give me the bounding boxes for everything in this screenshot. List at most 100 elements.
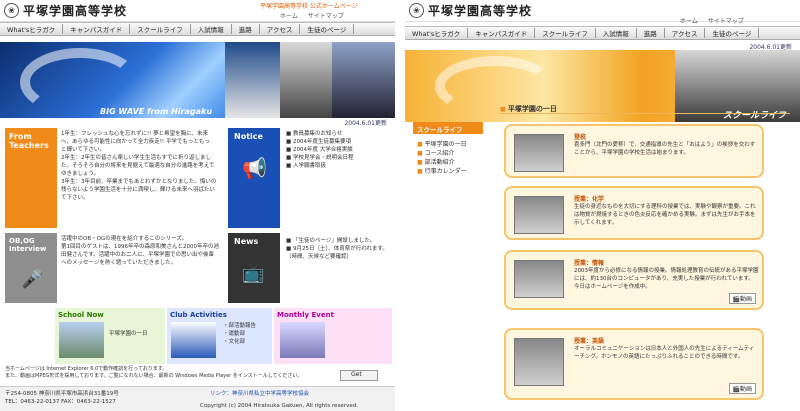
megaphone-icon: 📢 [242,156,267,180]
main-nav: What'sヒラガク キャンパスガイド スクールライフ 入試情報 進路 アクセス… [405,26,800,40]
site-name[interactable]: 平塚学園高等学校 [428,2,532,19]
news-label: News [234,237,259,246]
copyright: Copyright (c) 2004 Hiratsuka Gakuen, All… [200,403,358,409]
schedule-card: 授業：情報 2003年度から必修になる情報の授業。情報処理教育の伝統がある平塚学… [504,250,764,310]
nav-career[interactable]: 進路 [637,28,665,38]
club-item[interactable]: ・文化部 [223,338,256,346]
notice-item[interactable]: ■ 入学願書取扱 [286,162,394,170]
site-name[interactable]: 平塚学園高等学校 [23,2,127,19]
monthly-label: Monthly Event [277,311,334,319]
card-photo [514,338,564,386]
card-photo [514,134,564,172]
news-item[interactable]: ■ 9月25日（土）、体育祭が行われます。（時間、天候など要確認） [286,245,392,261]
nav-whats[interactable]: What'sヒラガク [405,28,469,38]
subnav-home[interactable]: ホーム [680,18,698,25]
notice-item[interactable]: ■ 学校見学会・説明会日程 [286,154,394,162]
get-media-player-button[interactable]: Get [340,370,378,381]
club-photo [171,322,216,358]
main-nav: What'sヒラガク キャンパスガイド スクールライフ 入試情報 進路 アクセス… [0,22,395,36]
side-item[interactable]: ■ 行事カレンダー [417,167,467,176]
side-item[interactable]: ■ コース紹介 [417,149,467,158]
subnav: ホーム サイトマップ [280,11,352,20]
baseball-photo [225,42,280,118]
from-teachers-text: 1年生：フレッシュな心を忘れずに!! 夢と希望を胸に、未来 へ、あらゆる可能性に… [61,131,217,201]
news-list: ■ 「生徒のページ」開設しました。 ■ 9月25日（土）、体育祭が行われます。（… [286,237,392,261]
card-title: 授業：化学 [574,196,605,203]
schedule-card: 授業：英語 オーラルコミュニケーションは日本人と外国人の先生によるティームティー… [504,328,764,400]
club-item[interactable]: ・部活動報告 [223,322,256,330]
hero-caption: BIG WAVE from Hiragaku [100,107,213,116]
school-crest-icon: ❀ [409,3,424,18]
right-page: ❀ 平塚学園高等学校 ホーム サイトマップ What'sヒラガク キャンパスガイ… [405,0,800,411]
nav-access[interactable]: アクセス [260,24,301,34]
notice-item[interactable]: ■ 2004年度 大学合格実績 [286,146,394,154]
subnav-home[interactable]: ホーム [280,13,298,20]
from-teachers: From Teachers 1年生：フレッシュな心を忘れずに!! 夢と希望を胸に… [5,128,225,230]
obog-interview: OB,OG Interview 🎤 活躍中のOB・OGの現在を紹介するこのシリー… [5,233,225,305]
nav-schoollife[interactable]: スクールライフ [535,28,596,38]
hero-banner: BIG WAVE from Hiragaku [0,42,395,118]
nav-campus[interactable]: キャンパスガイド [63,24,131,34]
nav-schoollife[interactable]: スクールライフ [130,24,191,34]
notice-item[interactable]: ■ 教員募集のお知らせ [286,130,394,138]
nav-whats[interactable]: What'sヒラガク [0,24,64,34]
club-list: ・部活動報告 ・運動部 ・文化部 [223,322,256,346]
title-bullet-icon: ■ [500,106,506,113]
card-desc: オーラルコミュニケーションは日本人と外国人の先生によるティームティーチング。ホン… [574,346,755,360]
microphone-icon: 🎤 [21,269,44,290]
school-now: School Now 平塚学園の一日 [55,308,165,364]
nav-students[interactable]: 生徒のページ [705,28,760,38]
nav-access[interactable]: アクセス [665,28,706,38]
footer: 〒254-0805 神奈川県平塚市高浜台31番19号 TEL：0463-22-0… [0,386,395,411]
nav-exam[interactable]: 入試情報 [191,24,232,34]
page-title-bar: ■ 平塚学園の一日 [500,104,790,114]
side-item[interactable]: ■ 平塚学園の一日 [417,140,467,149]
association-link[interactable]: リンク：神奈川県私立中学高等学校協会 [210,389,309,397]
subnav-sitemap[interactable]: サイトマップ [308,13,344,20]
video-button[interactable]: 🎬動画 [728,383,756,394]
schedule-card: 授業：化学 生徒の身近なものを大切にする理科の授業では、実験や観察が重要。これは… [504,186,764,240]
club-label: Club Activities [170,311,227,319]
students-photo-1 [280,42,332,118]
card-desc: 生徒の身近なものを大切にする理科の授業では、実験や観察が重要。これは物質が燃焼す… [574,204,756,226]
notice-item[interactable]: ■ 2004年度生徒募集要項 [286,138,394,146]
nav-students[interactable]: 生徒のページ [300,24,355,34]
school-building-photo [59,322,104,358]
card-title: 登校 [574,134,587,141]
card-desc: 喜多門（北門の愛称）で、交通指導の先生と「おはよう」の挨拶を交わすことから、平塚… [574,142,756,156]
notes: 当ホームページは Internet Explorer 6.0で動作確認を行ってお… [5,366,303,379]
subnav-sitemap[interactable]: サイトマップ [708,18,744,25]
video-button[interactable]: 🎬動画 [728,293,756,304]
notice-list: ■ 教員募集のお知らせ ■ 2004年度生徒募集要項 ■ 2004年度 大学合格… [286,130,394,170]
card-photo [514,196,564,234]
schedule-card: 登校 喜多門（北門の愛称）で、交通指導の先生と「おはよう」の挨拶を交わすことから… [504,124,764,178]
obog-text: 活躍中のOB・OGの現在を紹介するこのシリーズ。 第1回目のゲストは、1996年… [61,236,219,266]
club-item[interactable]: ・運動部 [223,330,256,338]
obog-label: OB,OG Interview [9,237,47,253]
nav-exam[interactable]: 入試情報 [596,28,637,38]
club-activities: Club Activities ・部活動報告 ・運動部 ・文化部 [167,308,272,364]
side-label: スクールライフ [413,122,483,134]
nav-career[interactable]: 進路 [232,24,260,34]
school-now-item[interactable]: 平塚学園の一日 [109,330,148,338]
school-crest-icon: ❀ [4,3,19,18]
news-item[interactable]: ■ 「生徒のページ」開設しました。 [286,237,392,245]
wave-graphic [20,48,140,116]
card-photo [514,260,564,298]
school-now-label: School Now [58,311,104,319]
news: News 📺 ■ 「生徒のページ」開設しました。 ■ 9月25日（土）、体育祭が… [228,233,394,305]
page-title: 平塚学園の一日 [507,105,557,113]
tv-icon: 📺 [242,263,265,284]
side-item[interactable]: ■ 部活動紹介 [417,158,467,167]
official-banner: 平塚学園高等学校 公式ホームページ [260,3,358,10]
event-photo [280,322,325,358]
from-teachers-label: From Teachers [9,132,49,150]
students-photo-2 [332,42,395,118]
card-desc: 2003年度から必修になる情報の授業。情報処理教育の伝統がある平塚学園には、約1… [574,268,759,290]
left-page: ❀ 平塚学園高等学校 平塚学園高等学校 公式ホームページ ホーム サイトマップ … [0,0,395,411]
notice-label: Notice [234,132,263,141]
nav-campus[interactable]: キャンパスガイド [468,28,536,38]
card-title: 授業：英語 [574,338,605,345]
divider [395,0,405,411]
card-title: 授業：情報 [574,260,605,267]
